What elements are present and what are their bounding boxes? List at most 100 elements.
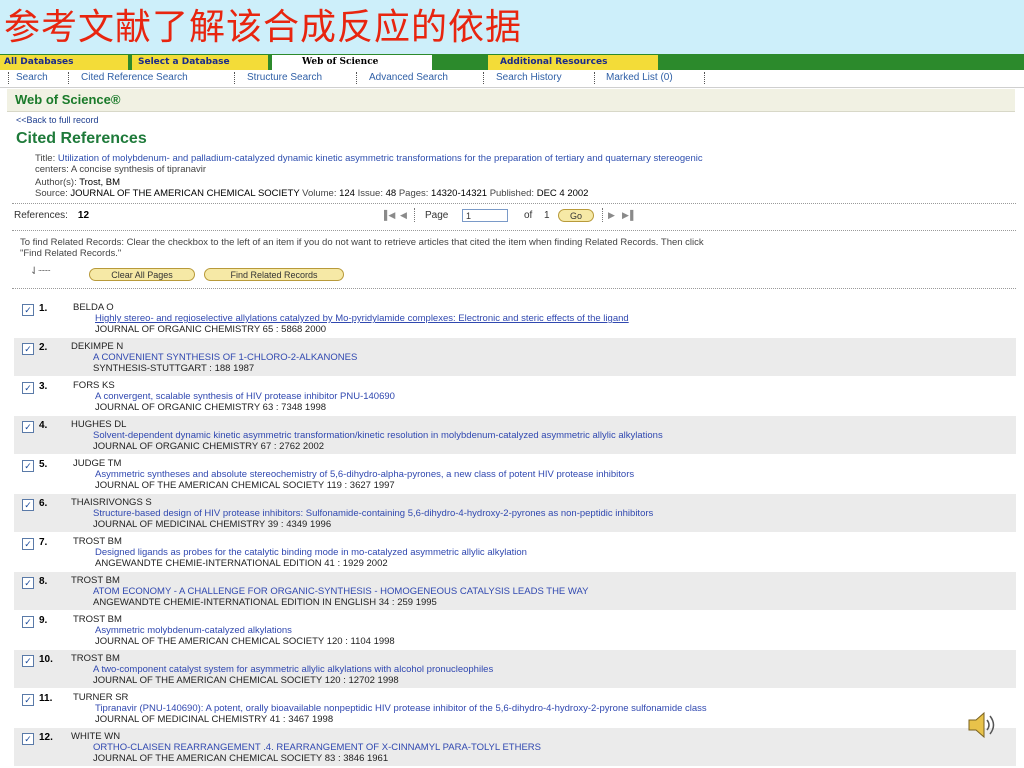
reference-number: 12. bbox=[39, 732, 53, 743]
reference-author: TROST BM bbox=[73, 614, 122, 625]
reference-source: JOURNAL OF ORGANIC CHEMISTRY 67 : 2762 2… bbox=[93, 441, 325, 452]
database-tab-bar: All Databases Select a Database Web of S… bbox=[0, 54, 1024, 70]
reference-title-link[interactable]: Asymmetric molybdenum-catalyzed alkylati… bbox=[95, 625, 292, 636]
reference-title-link[interactable]: ORTHO-CLAISEN REARRANGEMENT .4. REARRANG… bbox=[93, 742, 541, 753]
checked-checkbox-icon[interactable]: ✓ bbox=[22, 616, 34, 628]
total-pages: 1 bbox=[544, 210, 550, 221]
reference-author: FORS KS bbox=[73, 380, 115, 391]
reference-row: ✓ 8. TROST BM ATOM ECONOMY - A CHALLENGE… bbox=[14, 572, 1016, 610]
reference-number: 8. bbox=[39, 576, 48, 587]
reference-title-link[interactable]: A CONVENIENT SYNTHESIS OF 1-CHLORO-2-ALK… bbox=[93, 352, 357, 363]
reference-title-link[interactable]: A two-component catalyst system for asym… bbox=[93, 664, 493, 675]
reference-author: TROST BM bbox=[71, 575, 120, 586]
reference-title-link[interactable]: Tipranavir (PNU-140690): A potent, orall… bbox=[95, 703, 707, 714]
reference-row: ✓ 2. DEKIMPE N A CONVENIENT SYNTHESIS OF… bbox=[14, 338, 1016, 376]
slide-title: 参考文献了解该合成反应的依据 bbox=[4, 7, 523, 48]
reference-source: JOURNAL OF THE AMERICAN CHEMICAL SOCIETY… bbox=[95, 636, 395, 647]
references-count: References: 12 bbox=[14, 210, 89, 221]
find-related-records-button[interactable]: Find Related Records bbox=[204, 268, 344, 281]
authors-label: Author(s): bbox=[35, 177, 77, 188]
first-page-icon[interactable]: ▌◀ bbox=[384, 210, 395, 221]
reference-title-link[interactable]: Structure-based design of HIV protease i… bbox=[93, 508, 653, 519]
checked-checkbox-icon[interactable]: ✓ bbox=[22, 304, 34, 316]
brand-bar: Web of Science® bbox=[7, 89, 1015, 112]
nav-structure-search[interactable]: Structure Search bbox=[247, 71, 322, 85]
reference-title-link[interactable]: Designed ligands as probes for the catal… bbox=[95, 547, 527, 558]
reference-number: 3. bbox=[39, 381, 48, 392]
pages-value: 14320-14321 bbox=[431, 188, 488, 199]
reference-number: 11. bbox=[39, 693, 53, 704]
nav-separator bbox=[356, 72, 357, 84]
page-number-input[interactable]: 1 bbox=[462, 209, 508, 222]
tab-web-of-science[interactable]: Web of Science bbox=[272, 55, 432, 70]
divider bbox=[12, 288, 1016, 289]
title-label: Title: bbox=[35, 153, 56, 164]
nav-advanced-search[interactable]: Advanced Search bbox=[369, 71, 448, 85]
checked-checkbox-icon[interactable]: ✓ bbox=[22, 382, 34, 394]
checked-checkbox-icon[interactable]: ✓ bbox=[22, 460, 34, 472]
checked-checkbox-icon[interactable]: ✓ bbox=[22, 343, 34, 355]
speaker-icon[interactable] bbox=[966, 708, 998, 742]
reference-author: JUDGE TM bbox=[73, 458, 122, 469]
tab-all-databases[interactable]: All Databases bbox=[0, 55, 128, 70]
reference-source: JOURNAL OF MEDICINAL CHEMISTRY 39 : 4349… bbox=[93, 519, 332, 530]
references-value: 12 bbox=[77, 210, 90, 221]
checked-checkbox-icon[interactable]: ✓ bbox=[22, 694, 34, 706]
nav-cited-reference-search[interactable]: Cited Reference Search bbox=[81, 71, 188, 85]
pages-label: Pages: bbox=[398, 188, 429, 199]
page-heading: Cited References bbox=[16, 130, 147, 147]
nav-separator bbox=[483, 72, 484, 84]
reference-source: JOURNAL OF MEDICINAL CHEMISTRY 41 : 3467… bbox=[95, 714, 334, 725]
last-page-icon[interactable]: ▶▐ bbox=[622, 210, 633, 221]
checked-checkbox-icon[interactable]: ✓ bbox=[22, 538, 34, 550]
reference-title-link[interactable]: A convergent, scalable synthesis of HIV … bbox=[95, 391, 395, 402]
back-to-full-record-link[interactable]: <<Back to full record bbox=[16, 115, 99, 125]
issue-label: Issue: bbox=[357, 188, 383, 199]
tab-additional-resources[interactable]: Additional Resources bbox=[488, 55, 658, 70]
source-label: Source: bbox=[35, 188, 68, 199]
reference-source: JOURNAL OF ORGANIC CHEMISTRY 65 : 5868 2… bbox=[95, 324, 327, 335]
checked-checkbox-icon[interactable]: ✓ bbox=[22, 577, 34, 589]
reference-source: JOURNAL OF THE AMERICAN CHEMICAL SOCIETY… bbox=[93, 675, 399, 686]
issue-value: 48 bbox=[385, 188, 397, 199]
reference-row: ✓ 6. THAISRIVONGS S Structure-based desi… bbox=[14, 494, 1016, 532]
prev-page-icon[interactable]: ◀ bbox=[400, 210, 407, 221]
sub-navigation: Search Cited Reference Search Structure … bbox=[0, 70, 1024, 88]
reference-row: ✓ 11. TURNER SR Tipranavir (PNU-140690):… bbox=[14, 689, 1016, 727]
reference-author: TURNER SR bbox=[73, 692, 129, 703]
checked-checkbox-icon[interactable]: ✓ bbox=[22, 655, 34, 667]
nav-separator bbox=[234, 72, 235, 84]
reference-source: JOURNAL OF THE AMERICAN CHEMICAL SOCIETY… bbox=[93, 753, 389, 764]
reference-number: 2. bbox=[39, 342, 48, 353]
reference-source: JOURNAL OF THE AMERICAN CHEMICAL SOCIETY… bbox=[95, 480, 395, 491]
reference-row: ✓ 4. HUGHES DL Solvent-dependent dynamic… bbox=[14, 416, 1016, 454]
nav-separator bbox=[704, 72, 705, 84]
checked-checkbox-icon[interactable]: ✓ bbox=[22, 733, 34, 745]
reference-title-link[interactable]: Asymmetric syntheses and absolute stereo… bbox=[95, 469, 634, 480]
nav-marked-list[interactable]: Marked List (0) bbox=[606, 71, 673, 85]
related-records-instructions: To find Related Records: Clear the check… bbox=[20, 237, 995, 259]
nav-search[interactable]: Search bbox=[16, 71, 48, 85]
of-label: of bbox=[524, 210, 533, 221]
record-source: Source: JOURNAL OF THE AMERICAN CHEMICAL… bbox=[35, 188, 588, 199]
anchor-icon: ⇃┈┈ bbox=[30, 266, 51, 277]
volume-label: Volume: bbox=[302, 188, 337, 199]
nav-search-history[interactable]: Search History bbox=[496, 71, 562, 85]
pager-separator bbox=[602, 208, 603, 222]
reference-title-link[interactable]: Highly stereo- and regioselective allyla… bbox=[95, 313, 629, 324]
reference-row: ✓ 7. TROST BM Designed ligands as probes… bbox=[14, 533, 1016, 571]
reference-row: ✓ 1. BELDA O Highly stereo- and regiosel… bbox=[14, 299, 1016, 337]
nav-separator bbox=[68, 72, 69, 84]
clear-all-pages-button[interactable]: Clear All Pages bbox=[89, 268, 195, 281]
next-page-icon[interactable]: ▶ bbox=[608, 210, 615, 221]
reference-title-link[interactable]: ATOM ECONOMY - A CHALLENGE FOR ORGANIC-S… bbox=[93, 586, 589, 597]
tab-select-database[interactable]: Select a Database bbox=[132, 55, 268, 70]
reference-number: 6. bbox=[39, 498, 48, 509]
authors-value: Trost, BM bbox=[79, 177, 121, 188]
reference-title-link[interactable]: Solvent-dependent dynamic kinetic asymme… bbox=[93, 430, 663, 441]
checked-checkbox-icon[interactable]: ✓ bbox=[22, 421, 34, 433]
checked-checkbox-icon[interactable]: ✓ bbox=[22, 499, 34, 511]
nav-separator bbox=[8, 72, 9, 84]
go-button[interactable]: Go bbox=[558, 209, 594, 222]
record-title: Utilization of molybdenum- and palladium… bbox=[57, 153, 703, 164]
